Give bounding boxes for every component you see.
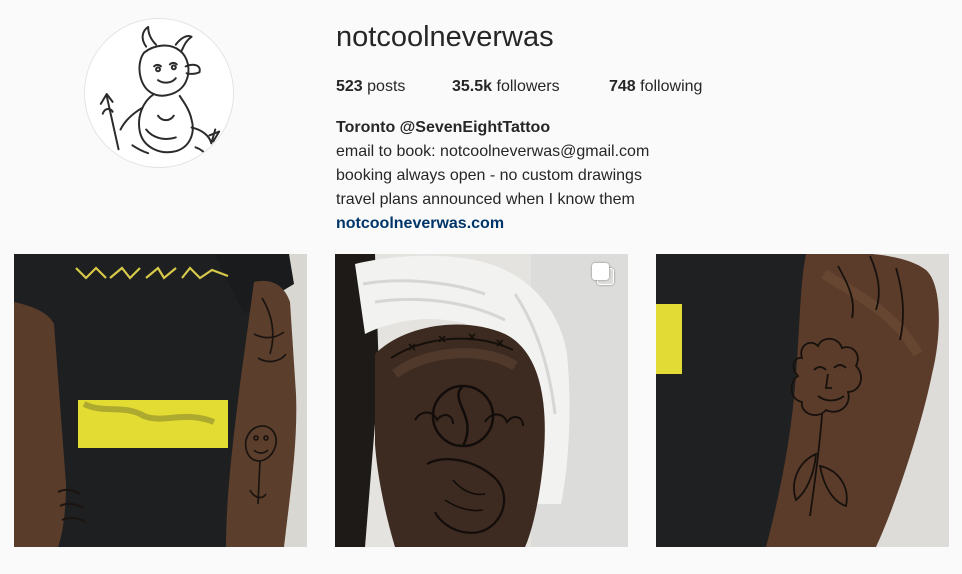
bio-line-travel: travel plans announced when I know them xyxy=(336,191,635,208)
profile-username: notcoolneverwas xyxy=(336,21,554,53)
posts-stat: 523 posts xyxy=(336,76,405,98)
following-count: 748 xyxy=(609,78,636,95)
carousel-icon xyxy=(592,263,614,285)
post-thumbnail[interactable] xyxy=(335,254,628,547)
following-link[interactable]: 748 following xyxy=(609,76,702,98)
forearm-tattoo-photo xyxy=(14,254,307,547)
bio-website-link[interactable]: notcoolneverwas.com xyxy=(336,212,649,236)
followers-link[interactable]: 35.5k followers xyxy=(452,76,560,98)
forearm-flower-face-tattoo-photo xyxy=(656,254,949,547)
profile-avatar[interactable] xyxy=(84,18,234,168)
following-label: following xyxy=(640,78,703,95)
posts-label: posts xyxy=(367,78,406,95)
post-thumbnail[interactable] xyxy=(14,254,307,547)
profile-bio: Toronto @SevenEightTattoo email to book:… xyxy=(336,116,649,236)
bio-name-line: Toronto @SevenEightTattoo xyxy=(336,119,551,136)
followers-label: followers xyxy=(496,78,560,95)
bio-line-email: email to book: notcoolneverwas@gmail.com xyxy=(336,143,650,160)
shoulder-tattoo-photo xyxy=(335,254,628,547)
devil-drawing-icon xyxy=(85,19,233,167)
bio-line-booking: booking always open - no custom drawings xyxy=(336,167,642,184)
post-thumbnail[interactable] xyxy=(656,254,949,547)
posts-count: 523 xyxy=(336,78,363,95)
followers-count: 35.5k xyxy=(452,78,493,95)
